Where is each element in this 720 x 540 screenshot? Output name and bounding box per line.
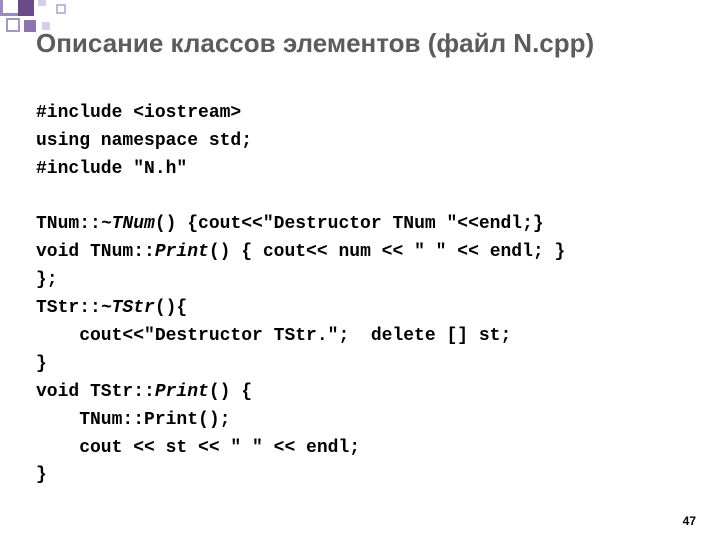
code-line: cout << st << " " << endl;: [36, 438, 360, 458]
slide-title: Описание классов элементов (файл N.cpp): [36, 28, 700, 59]
code-line: using namespace std;: [36, 131, 252, 151]
page-number: 47: [683, 514, 696, 528]
code-line: TNum::~TNum() {cout<<"Destructor TNum "<…: [36, 214, 544, 234]
code-line: void TNum::Print() { cout<< num << " " <…: [36, 242, 565, 262]
code-line: void TStr::Print() {: [36, 382, 252, 402]
code-line: #include "N.h": [36, 159, 187, 179]
code-block: #include <iostream> using namespace std;…: [36, 72, 684, 490]
code-line: TStr::~TStr(){: [36, 298, 187, 318]
code-line: };: [36, 270, 58, 290]
code-line: cout<<"Destructor TStr."; delete [] st;: [36, 326, 511, 346]
code-line: #include <iostream>: [36, 103, 241, 123]
code-line: TNum::Print();: [36, 410, 230, 430]
code-line: }: [36, 465, 47, 485]
code-line: }: [36, 354, 47, 374]
